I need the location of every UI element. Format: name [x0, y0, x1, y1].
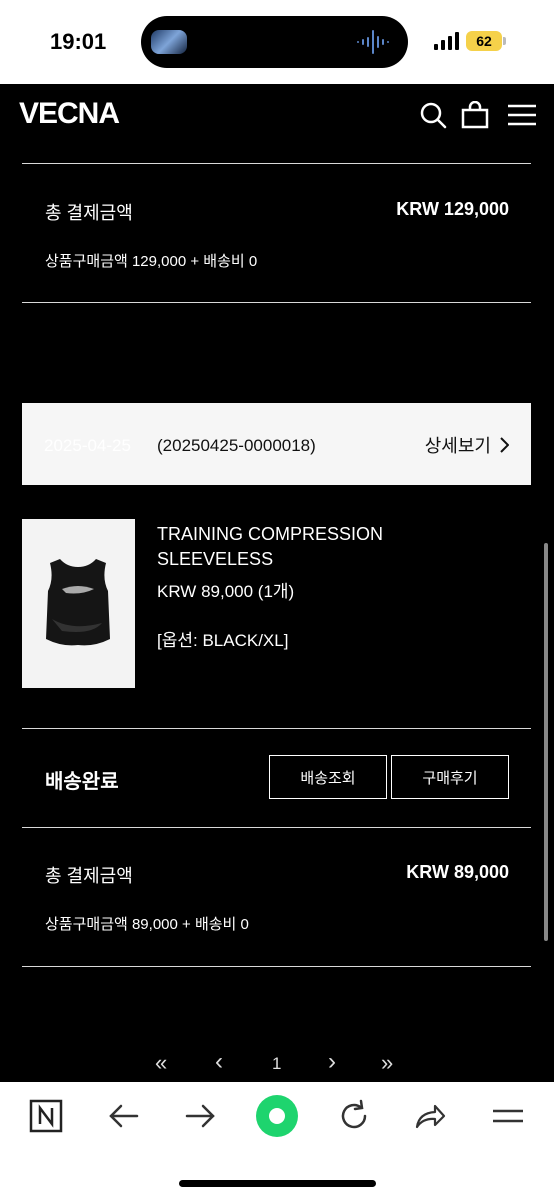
track-delivery-button[interactable]: 배송조회 — [269, 755, 387, 799]
site-logo[interactable]: VECNA — [19, 97, 120, 131]
pagination-first[interactable]: « — [155, 1050, 167, 1076]
divider — [22, 827, 531, 828]
home-indicator — [179, 1180, 376, 1187]
product-image[interactable] — [22, 519, 135, 688]
battery-icon: 62 — [466, 31, 502, 51]
order-detail-label: 상세보기 — [424, 436, 491, 456]
shopping-bag-icon[interactable] — [461, 101, 489, 129]
total-breakdown: 상품구매금액 129,000 + 배송비 0 — [45, 253, 258, 270]
share-icon[interactable] — [413, 1099, 447, 1133]
battery-tip — [503, 37, 506, 45]
total-amount: KRW 129,000 — [396, 199, 509, 219]
order-header: 2025-04-25 (20250425-0000018) 상세보기 — [22, 403, 531, 485]
total-breakdown: 상품구매금액 89,000 + 배송비 0 — [45, 916, 249, 933]
total-label: 총 결제금액 — [45, 203, 133, 223]
total-label: 총 결제금액 — [45, 866, 133, 886]
site-header: VECNA — [0, 84, 554, 146]
sleeveless-shirt-image — [46, 559, 110, 646]
pagination-prev[interactable]: ‹ — [215, 1048, 223, 1076]
pagination-current[interactable]: 1 — [272, 1054, 281, 1074]
hamburger-icon[interactable] — [491, 1099, 525, 1133]
media-thumbnail — [151, 30, 187, 54]
signal-icon — [434, 32, 459, 50]
status-bar: 19:01 62 — [0, 0, 554, 84]
delivery-status: 배송완료 — [45, 771, 119, 793]
reload-icon[interactable] — [337, 1099, 371, 1133]
dynamic-island — [141, 16, 408, 68]
pagination-last[interactable]: » — [381, 1050, 393, 1076]
divider — [22, 302, 531, 303]
divider — [22, 163, 531, 164]
scrollbar[interactable] — [544, 543, 548, 941]
green-circle-icon[interactable] — [255, 1094, 299, 1138]
order-date: 2025-04-25 — [44, 436, 131, 455]
divider — [22, 728, 531, 729]
write-review-button[interactable]: 구매후기 — [391, 755, 509, 799]
order-detail-link[interactable]: 상세보기 — [425, 432, 509, 458]
product-name[interactable]: TRAINING COMPRESSION SLEEVELESS — [157, 522, 417, 572]
forward-arrow-icon[interactable] — [183, 1099, 217, 1133]
product-price: KRW 89,000 (1개) — [157, 582, 295, 601]
product-option: [옵션: BLACK/XL] — [157, 631, 289, 650]
status-time: 19:01 — [50, 29, 107, 54]
back-arrow-icon[interactable] — [107, 1099, 141, 1133]
order-number: (20250425-0000018) — [157, 436, 316, 455]
chevron-right-icon — [500, 437, 509, 453]
divider — [22, 966, 531, 967]
n-logo-icon[interactable] — [29, 1099, 63, 1133]
menu-icon[interactable] — [508, 101, 536, 129]
pagination-next[interactable]: › — [328, 1048, 336, 1076]
audio-wave-icon — [357, 30, 389, 54]
search-icon[interactable] — [419, 101, 447, 129]
total-amount: KRW 89,000 — [406, 862, 509, 882]
